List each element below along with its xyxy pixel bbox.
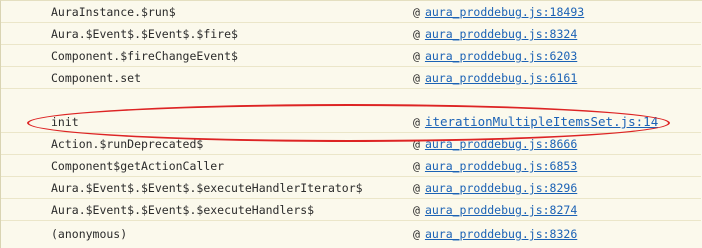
at-sign: @ — [413, 159, 420, 173]
function-name: Component.set — [51, 71, 142, 85]
at-sign: @ — [413, 49, 420, 63]
at-sign: @ — [413, 71, 420, 85]
frame-source: @ aura_proddebug.js:6161 — [413, 67, 577, 89]
function-name: Component$getActionCaller — [51, 159, 225, 173]
at-sign: @ — [413, 227, 420, 241]
function-name: AuraInstance.$run$ — [51, 5, 176, 19]
frame-source: @ aura_proddebug.js:8326 — [413, 223, 577, 245]
at-sign: @ — [413, 5, 420, 19]
stack-frame-row: Action.$runDeprecated$ @ aura_proddebug.j… — [1, 133, 701, 155]
frame-source: @ aura_proddebug.js:8296 — [413, 177, 577, 199]
at-sign: @ — [413, 137, 420, 151]
frame-source: @ aura_proddebug.js:8274 — [413, 199, 577, 221]
source-link[interactable]: aura_proddebug.js:8326 — [425, 227, 577, 241]
function-name: (anonymous) — [51, 227, 128, 241]
source-link[interactable]: aura_proddebug.js:8666 — [425, 137, 577, 151]
stack-frame-row: Aura.$Event$.$Event$.$executeHandlerIter… — [1, 177, 701, 199]
stack-frame-row: Component$getActionCaller @ aura_proddebu… — [1, 155, 701, 177]
stack-frame-row: (anonymous) @ aura_proddebug.js:8326 — [1, 223, 701, 245]
stack-frame-row: Component.$fireChangeEvent$ @ aura_prodde… — [1, 45, 701, 67]
source-link[interactable]: aura_proddebug.js:18493 — [425, 5, 584, 19]
stack-frame-row: AuraInstance.$run$ @ aura_proddebug.js:18… — [1, 1, 701, 23]
frame-source: @ aura_proddebug.js:8324 — [413, 23, 577, 45]
source-link[interactable]: aura_proddebug.js:6203 — [425, 49, 577, 63]
stack-frame-row: Aura.$Event$.$Event$.$executeHandlers$ @… — [1, 199, 701, 221]
function-name: Aura.$Event$.$Event$.$executeHandlerIter… — [51, 181, 363, 195]
source-link[interactable]: aura_proddebug.js:8274 — [425, 203, 577, 217]
source-link[interactable]: aura_proddebug.js:6853 — [425, 159, 577, 173]
frame-source: @ aura_proddebug.js:6853 — [413, 155, 577, 177]
function-name: Aura.$Event$.$Event$.$executeHandlers$ — [51, 203, 315, 217]
frame-source: @ aura_proddebug.js:8666 — [413, 133, 577, 155]
source-link[interactable]: aura_proddebug.js:8296 — [425, 181, 577, 195]
at-sign: @ — [413, 203, 420, 217]
stack-frame-row: Aura.$Event$.$Event$.$fire$ @ aura_prodde… — [1, 23, 701, 45]
at-sign: @ — [413, 181, 420, 195]
source-link[interactable]: aura_proddebug.js:6161 — [425, 71, 577, 85]
function-name: Action.$runDeprecated$ — [51, 137, 204, 151]
at-sign: @ — [413, 115, 420, 129]
source-link[interactable]: aura_proddebug.js:8324 — [425, 27, 577, 41]
stack-frame-row: Component.set @ aura_proddebug.js:6161 — [1, 67, 701, 89]
source-link[interactable]: iterationMultipleItemsSet.js:14 — [425, 114, 658, 129]
call-stack-panel: AuraInstance.$run$ @ aura_proddebug.js:18… — [0, 0, 702, 248]
at-sign: @ — [413, 27, 420, 41]
frame-source: @ aura_proddebug.js:6203 — [413, 45, 577, 67]
function-name: Aura.$Event$.$Event$.$fire$ — [51, 27, 238, 41]
frame-source: @ aura_proddebug.js:18493 — [413, 1, 584, 23]
stack-frame-row-highlighted: init @ iterationMultipleItemsSet.js:14 — [1, 111, 701, 133]
function-name: init — [51, 115, 79, 129]
frame-source: @ iterationMultipleItemsSet.js:14 — [413, 111, 658, 133]
function-name: Component.$fireChangeEvent$ — [51, 49, 238, 63]
